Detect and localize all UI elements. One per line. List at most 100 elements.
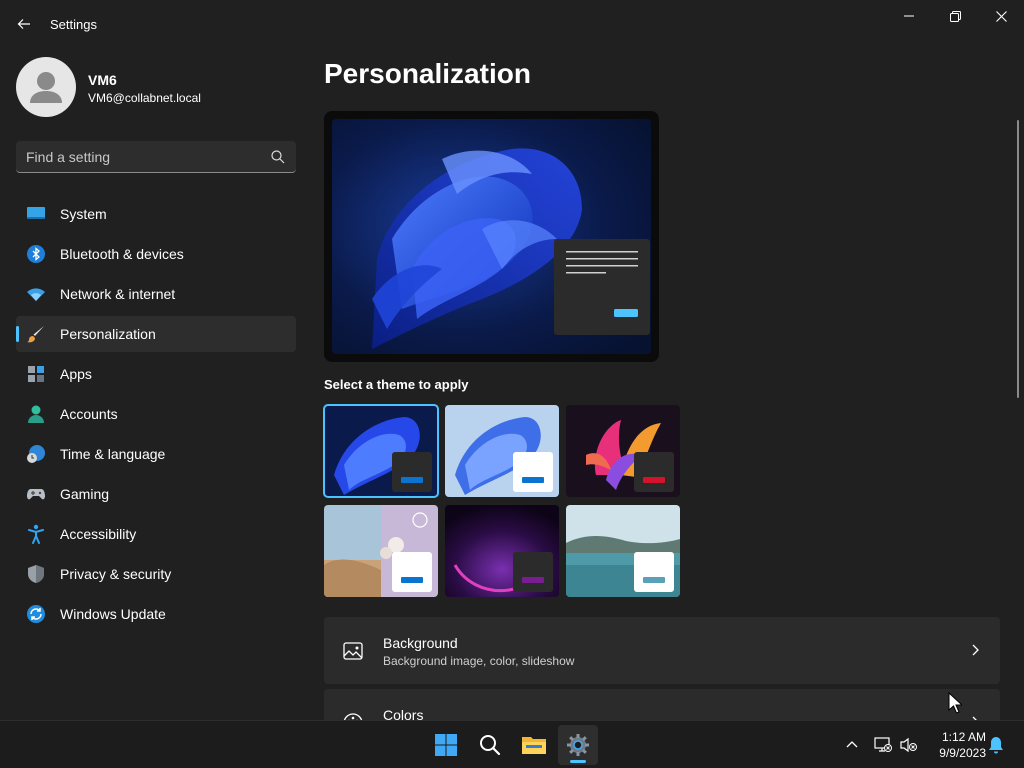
clock-date: 9/9/2023 [939,746,986,760]
file-explorer-button[interactable] [514,725,554,765]
volume-tray-button[interactable] [899,735,919,755]
restore-button[interactable] [932,0,978,32]
sidebar-item-time-language[interactable]: Time & language [16,436,296,472]
apps-icon [28,366,44,382]
active-app-indicator [570,760,586,763]
sidebar-item-label: Bluetooth & devices [60,246,184,262]
sidebar-item-label: Accessibility [60,526,137,542]
chevron-up-icon [846,741,858,748]
sidebar-item-personalization[interactable]: Personalization [16,316,296,352]
sidebar-item-network[interactable]: Network & internet [16,276,296,312]
search-input[interactable] [26,141,266,172]
update-icon [27,605,45,623]
theme-captured-motion[interactable] [324,505,438,597]
globe-clock-icon [27,445,45,463]
close-icon [995,10,1007,22]
sidebar-item-system[interactable]: System [16,196,296,232]
bloom-wallpaper-image [332,119,651,354]
sidebar-item-accounts[interactable]: Accounts [16,396,296,432]
card-title: Colors [383,707,424,720]
wifi-icon [27,288,45,301]
search-box[interactable] [16,141,296,173]
sidebar-item-windows-update[interactable]: Windows Update [16,596,296,632]
sidebar-item-bluetooth[interactable]: Bluetooth & devices [16,236,296,272]
sidebar-item-label: Gaming [60,486,110,502]
user-avatar-icon [30,72,62,103]
theme-thumbnail-captured-motion [324,505,438,597]
sidebar-item-gaming[interactable]: Gaming [16,476,296,512]
settings-app-button[interactable] [558,725,598,765]
accounts-icon [28,405,44,423]
theme-preview [324,111,659,362]
sidebar-item-label: Apps [60,366,92,382]
volume-muted-icon [900,737,917,753]
sidebar-item-apps[interactable]: Apps [16,356,296,392]
user-profile[interactable]: VM6 VM6@collabnet.local [16,57,296,117]
start-button[interactable] [426,725,466,765]
close-button[interactable] [978,0,1024,32]
accessibility-icon [28,524,44,544]
page-title: Personalization [324,58,531,89]
theme-windows-light[interactable] [445,405,559,497]
palette-icon [343,713,363,720]
taskbar: 1:12 AM 9/9/2023 [0,720,1024,768]
app-title: Settings [50,17,97,32]
sidebar-nav: System Bluetooth & devices Network & int… [16,196,296,636]
search-icon[interactable] [270,149,286,165]
minimize-button[interactable] [886,0,932,32]
gamepad-icon [27,489,45,500]
card-title: Background [383,635,458,651]
file-explorer-icon [522,737,546,754]
mouse-cursor-icon [948,692,962,714]
sidebar-item-label: Personalization [60,326,156,342]
arrow-left-icon [17,19,30,29]
theme-thumbnail-glow [566,405,680,497]
colors-setting-card[interactable]: Colors [324,689,1000,720]
restore-icon [949,10,961,22]
image-icon [343,642,363,660]
theme-sunrise[interactable] [566,505,680,597]
network-disconnected-icon [874,737,892,752]
search-icon [480,735,501,756]
sidebar-item-label: Privacy & security [60,566,172,582]
theme-glow[interactable] [566,405,680,497]
brush-icon [27,326,44,343]
theme-thumbnail-flow [445,505,559,597]
sidebar-item-label: Windows Update [60,606,166,622]
start-icon [435,734,457,756]
themes-section-label: Select a theme to apply [324,377,469,392]
taskbar-clock[interactable]: 1:12 AM 9/9/2023 [926,729,986,761]
user-name: VM6 [88,72,117,88]
back-button[interactable] [8,10,40,38]
card-subtitle: Background image, color, slideshow [383,654,575,668]
theme-flow[interactable] [445,505,559,597]
avatar [16,57,76,117]
bluetooth-icon [27,245,45,263]
theme-thumbnail-sunrise [566,505,680,597]
title-bar: Settings [0,0,1024,48]
theme-grid [323,404,680,597]
chevron-right-icon [972,644,979,656]
scrollbar[interactable] [1017,120,1019,398]
background-setting-card[interactable]: Background Background image, color, slid… [324,617,1000,684]
user-email: VM6@collabnet.local [88,91,201,105]
tray-overflow-button[interactable] [842,735,862,755]
network-tray-button[interactable] [873,735,893,755]
minimize-icon [904,15,914,17]
sidebar-item-label: Time & language [60,446,166,462]
sidebar-item-label: System [60,206,107,222]
sidebar-item-label: Network & internet [60,286,176,302]
theme-windows-dark[interactable] [323,404,439,498]
notifications-button[interactable] [986,735,1006,755]
bell-icon [989,737,1003,754]
theme-thumbnail-windows-light [445,405,559,497]
settings-icon [567,734,589,756]
sidebar-item-label: Accounts [60,406,118,422]
sidebar-item-privacy-security[interactable]: Privacy & security [16,556,296,592]
theme-thumbnail-windows-dark [324,405,438,497]
shield-icon [28,565,44,583]
sidebar-item-accessibility[interactable]: Accessibility [16,516,296,552]
clock-time: 1:12 AM [941,730,986,744]
monitor-icon [27,207,45,219]
taskbar-search-button[interactable] [470,725,510,765]
